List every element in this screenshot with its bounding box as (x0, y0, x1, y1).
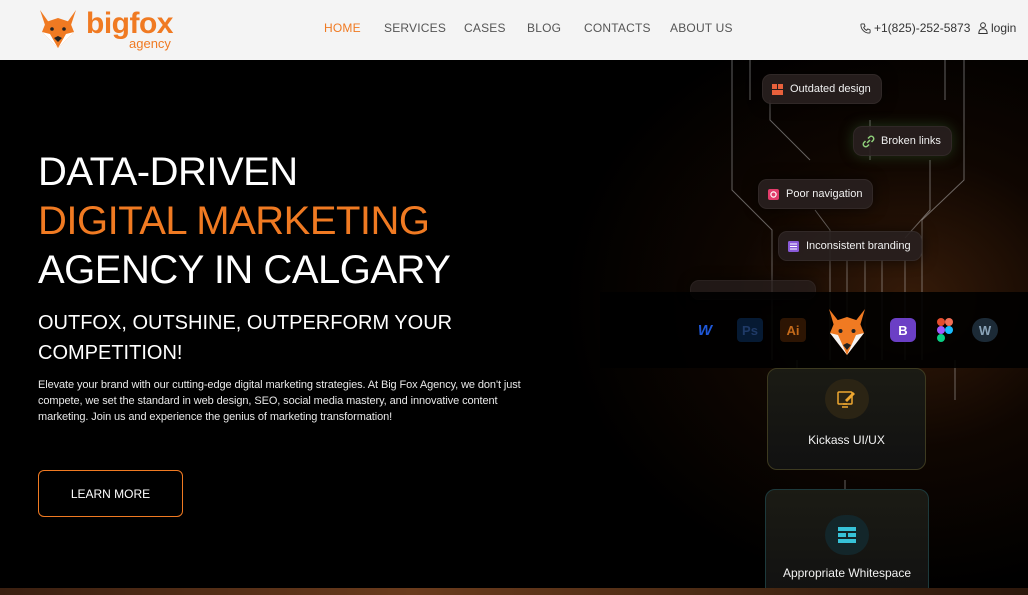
photoshop-icon: Ps (737, 318, 763, 342)
brand-name: bigfox (86, 7, 174, 40)
figma-icon (932, 318, 958, 342)
hero-section: Outdated design Broken links Poor naviga… (0, 60, 1028, 595)
link-icon (862, 135, 875, 148)
bottom-divider (0, 588, 1028, 595)
logo[interactable]: bigfox agency (36, 8, 186, 54)
problem-pill-outdated-design: Outdated design (762, 74, 882, 104)
webflow-icon: W (697, 321, 713, 339)
nav-item-services[interactable]: SERVICES (384, 21, 446, 35)
phone-number: +1(825)-252-5873 (874, 21, 971, 35)
login-label: login (991, 21, 1017, 35)
learn-more-button[interactable]: LEARN MORE (38, 470, 183, 517)
pen-tablet-icon (825, 379, 869, 419)
problem-label: Broken links (881, 135, 941, 147)
nav-item-about-us[interactable]: ABOUT US (670, 21, 733, 35)
fox-mascot-icon (825, 307, 869, 364)
user-icon (978, 22, 988, 34)
navigation-icon (767, 188, 780, 201)
problem-label: Outdated design (790, 83, 871, 95)
nav-item-blog[interactable]: BLOG (527, 21, 561, 35)
nav-item-home[interactable]: HOME (324, 21, 361, 35)
branding-icon (787, 240, 800, 253)
bootstrap-icon: B (890, 318, 916, 342)
hero-subtitle: OUTFOX, OUTSHINE, OUTPERFORM YOUR COMPET… (38, 308, 478, 368)
solution-label: Kickass UI/UX (808, 433, 885, 447)
problem-pill-broken-links: Broken links (853, 126, 952, 156)
fox-logo-icon (40, 10, 76, 48)
layout-grid-icon (825, 515, 869, 555)
layout-icon (771, 83, 784, 96)
nav-item-contacts[interactable]: CONTACTS (584, 21, 651, 35)
problem-label: Poor navigation (786, 188, 863, 200)
nav-item-cases[interactable]: CASES (464, 21, 506, 35)
login-link[interactable]: login (978, 21, 1016, 35)
hero-title-line2: DIGITAL MARKETING (38, 199, 430, 243)
brand-tagline: agency (129, 36, 171, 51)
hero-subtitle-line2: COMPETITION! (38, 342, 183, 364)
solution-label: Appropriate Whitespace (782, 566, 912, 580)
illustrator-icon: Ai (780, 318, 806, 342)
problem-label: Inconsistent branding (806, 240, 911, 252)
hero-title-line1: DATA-DRIVEN (38, 150, 298, 194)
hero-title: DATA-DRIVEN DIGITAL MARKETING AGENCY IN … (38, 148, 451, 295)
problem-pill-inconsistent-branding: Inconsistent branding (778, 231, 922, 261)
solution-card-whitespace: Appropriate Whitespace (765, 489, 929, 595)
solution-card-ui-ux: Kickass UI/UX (767, 368, 926, 470)
tools-band (600, 292, 1028, 368)
hero-title-line3: AGENCY IN CALGARY (38, 248, 451, 292)
hero-description: Elevate your brand with our cutting-edge… (38, 379, 521, 423)
phone-link[interactable]: +1(825)-252-5873 (860, 21, 970, 35)
hero-subtitle-line1: OUTFOX, OUTSHINE, OUTPERFORM YOUR (38, 312, 453, 334)
problem-pill-poor-navigation: Poor navigation (758, 179, 874, 209)
wordpress-icon: W (972, 318, 998, 342)
phone-icon (860, 23, 871, 34)
site-header: bigfox agency HOME SERVICES CASES BLOG C… (0, 0, 1028, 60)
